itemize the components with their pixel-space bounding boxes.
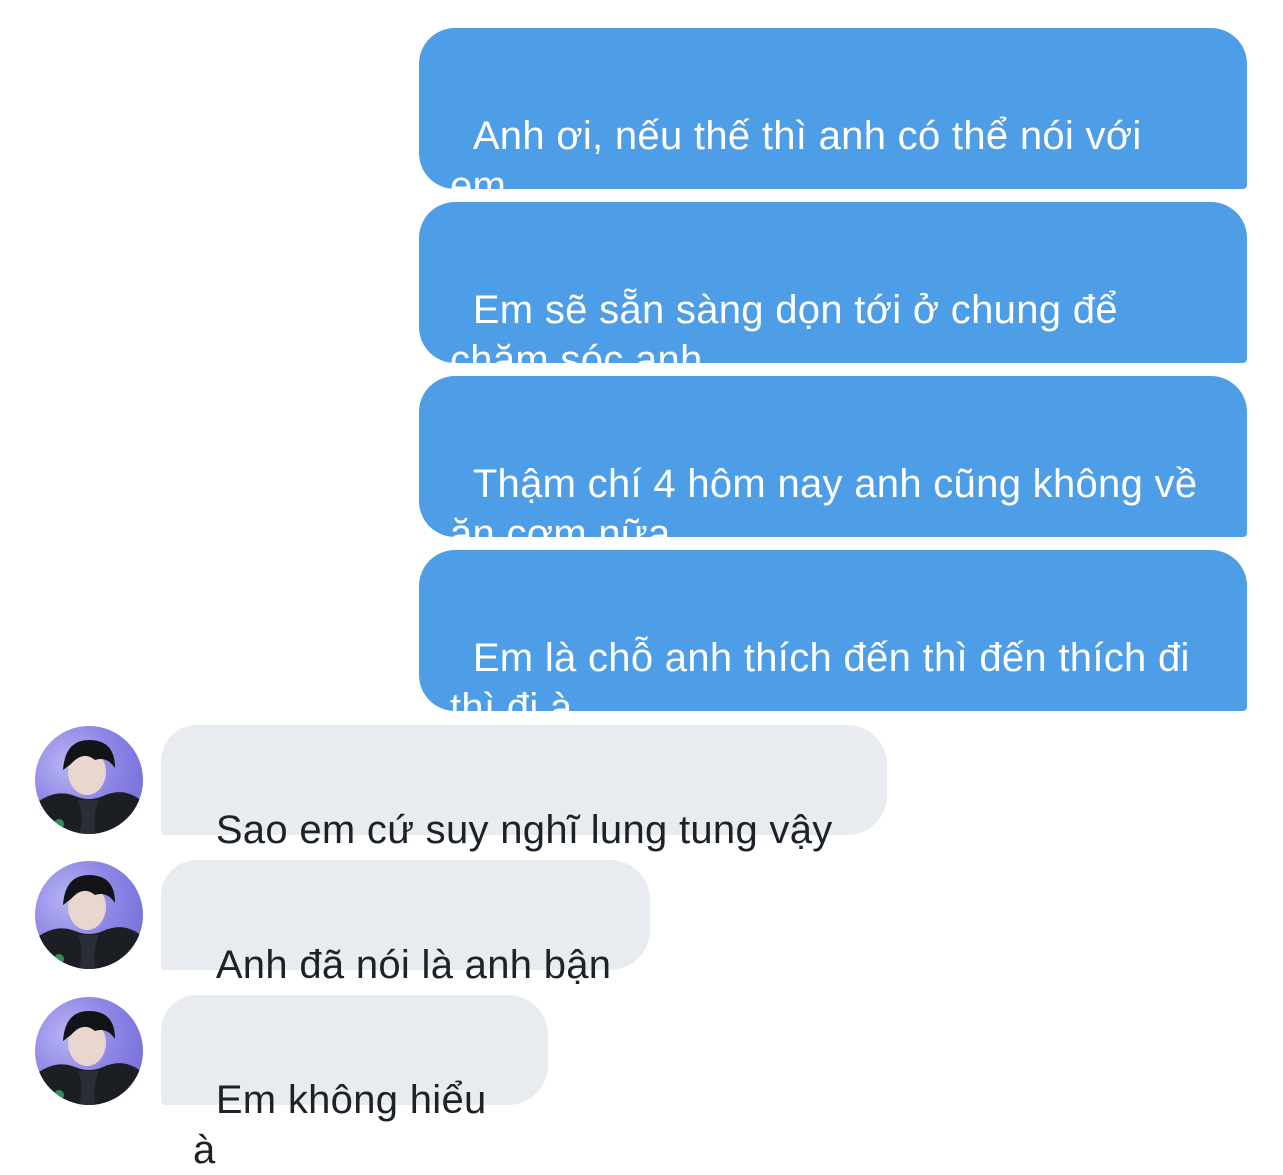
received-message-bubble[interactable]: Sao em cứ suy nghĩ lung tung vậy xyxy=(161,725,887,852)
received-message-text: Sao em cứ suy nghĩ lung tung vậy xyxy=(215,808,833,852)
sent-message-bubble[interactable]: Em sẽ sẵn sàng dọn tới ở chung để chăm s… xyxy=(419,202,1247,382)
sent-message-bubble[interactable]: Anh ơi, nếu thế thì anh có thể nói với e… xyxy=(419,28,1247,208)
sent-message-text: Thậm chí 4 hôm nay anh cũng không về ăn … xyxy=(450,462,1209,556)
received-message-text: Anh đã nói là anh bận xyxy=(215,943,612,987)
sent-message-bubble[interactable]: Em là chỗ anh thích đến thì đến thích đi… xyxy=(419,550,1247,730)
received-message-bubble[interactable]: Anh đã nói là anh bận xyxy=(161,860,650,987)
contact-avatar[interactable] xyxy=(35,861,143,969)
sent-message-text: Em sẽ sẵn sàng dọn tới ở chung để chăm s… xyxy=(450,288,1130,382)
contact-avatar[interactable] xyxy=(35,726,143,834)
sent-message-text: Em là chỗ anh thích đến thì đến thích đi… xyxy=(450,636,1202,730)
received-message-text: Em không hiểu à xyxy=(193,1078,498,1172)
contact-avatar[interactable] xyxy=(35,997,143,1105)
sent-message-bubble[interactable]: Thậm chí 4 hôm nay anh cũng không về ăn … xyxy=(419,376,1247,556)
sent-message-text: Anh ơi, nếu thế thì anh có thể nói với e… xyxy=(450,114,1153,208)
received-message-bubble[interactable]: Em không hiểu à xyxy=(161,995,548,1172)
